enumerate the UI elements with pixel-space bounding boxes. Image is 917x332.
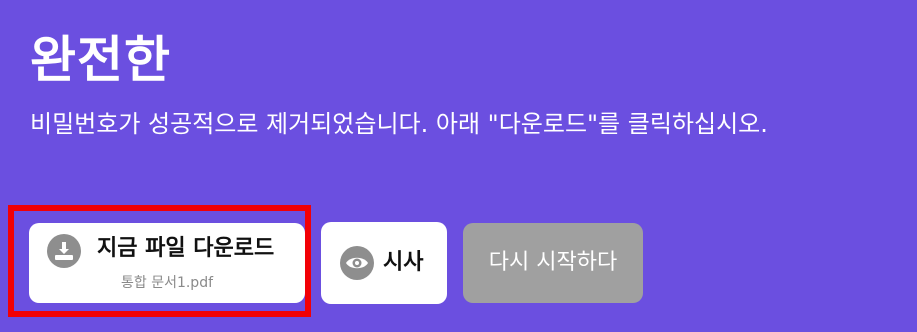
restart-button-label: 다시 시작하다 <box>488 250 618 275</box>
download-file-button[interactable]: 지금 파일 다운로드 통합 문서1.pdf <box>29 223 305 303</box>
download-button-label: 지금 파일 다운로드 <box>97 236 275 261</box>
preview-button[interactable]: 시사 <box>321 222 447 304</box>
download-icon <box>47 234 81 268</box>
eye-icon <box>340 246 374 280</box>
result-page: 완전한 비밀번호가 성공적으로 제거되었습니다. 아래 "다운로드"를 클릭하십… <box>0 0 917 332</box>
preview-button-label: 시사 <box>383 250 424 275</box>
download-filename: 통합 문서1.pdf <box>120 275 214 291</box>
restart-button[interactable]: 다시 시작하다 <box>463 223 643 303</box>
page-title: 완전한 <box>30 31 171 89</box>
success-message: 비밀번호가 성공적으로 제거되었습니다. 아래 "다운로드"를 클릭하십시오. <box>30 110 768 138</box>
